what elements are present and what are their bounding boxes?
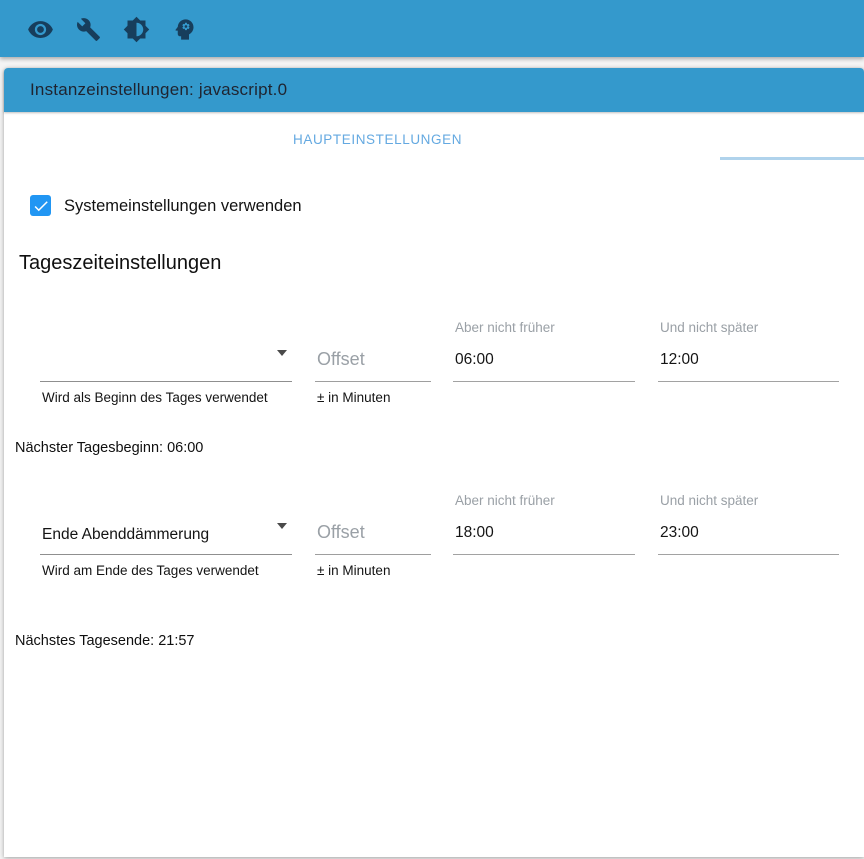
day-start-not-earlier-label: Aber nicht früher: [455, 320, 555, 335]
day-end-not-earlier-label: Aber nicht früher: [455, 493, 555, 508]
day-end-select[interactable]: Ende Abenddämmerung: [40, 507, 292, 555]
expert-mode-button[interactable]: [170, 15, 198, 43]
visibility-button[interactable]: [26, 15, 54, 43]
section-title: Tageszeiteinstellungen: [19, 252, 222, 274]
day-end-select-value: Ende Abenddämmerung: [42, 526, 210, 543]
day-end-not-earlier-input[interactable]: [453, 518, 635, 555]
day-start-offset-input[interactable]: [315, 345, 431, 382]
system-settings-checkbox[interactable]: [30, 195, 51, 216]
day-end-offset-helper: ± in Minuten: [317, 563, 391, 578]
dialog-header: Instanzeinstellungen: javascript.0: [4, 68, 864, 112]
day-start-offset-helper: ± in Minuten: [317, 390, 391, 405]
tab-indicator: [720, 157, 864, 160]
day-start-select[interactable]: [40, 334, 292, 382]
day-start-not-earlier-input[interactable]: [453, 345, 635, 382]
theme-brightness-button[interactable]: [122, 15, 150, 43]
next-day-end-text: Nächstes Tagesende: 21:57: [15, 633, 195, 649]
brightness-icon: [123, 16, 149, 42]
chevron-down-icon: [277, 350, 287, 356]
day-end-select-helper: Wird am Ende des Tages verwendet: [42, 563, 259, 578]
top-toolbar: [0, 0, 864, 57]
day-end-not-later-label: Und nicht später: [660, 493, 759, 508]
dialog-title: Instanzeinstellungen: javascript.0: [30, 80, 288, 99]
instance-settings-dialog: Instanzeinstellungen: javascript.0 HAUPT…: [4, 68, 864, 857]
expert-mode-icon: [174, 18, 193, 40]
system-settings-label: Systemeinstellungen verwenden: [64, 197, 302, 215]
eye-icon: [27, 20, 53, 38]
settings-wrench-button[interactable]: [74, 15, 102, 43]
day-start-not-later-label: Und nicht später: [660, 320, 759, 335]
day-end-not-later-input[interactable]: [658, 518, 839, 555]
next-day-start-text: Nächster Tagesbeginn: 06:00: [15, 440, 204, 456]
check-icon: [34, 200, 48, 211]
chevron-down-icon: [277, 523, 287, 529]
day-start-select-helper: Wird als Beginn des Tages verwendet: [42, 390, 268, 405]
wrench-icon: [76, 17, 100, 41]
day-start-not-later-input[interactable]: [658, 345, 839, 382]
day-end-offset-input[interactable]: [315, 518, 431, 555]
tab-haupteinstellungen[interactable]: HAUPTEINSTELLUNGEN: [293, 132, 462, 147]
